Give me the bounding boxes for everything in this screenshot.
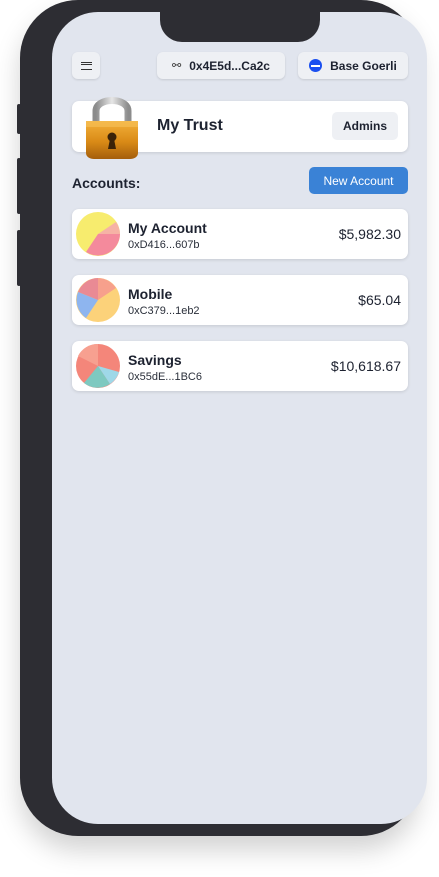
account-avatar-icon (76, 344, 120, 388)
hamburger-menu-icon (80, 61, 92, 70)
account-name: Savings (128, 352, 182, 368)
link-icon: ⚯ (172, 60, 182, 72)
account-balance: $5,982.30 (338, 226, 401, 242)
volume-down-button (17, 230, 21, 286)
account-address: 0xD416...607b (128, 239, 200, 251)
account-address: 0x55dE...1BC6 (128, 371, 202, 383)
network-selector[interactable]: Base Goerli (298, 52, 408, 79)
account-balance: $65.04 (358, 292, 401, 308)
accounts-heading: Accounts: (72, 175, 141, 191)
trust-title: My Trust (157, 117, 223, 134)
account-row[interactable]: My Account 0xD416...607b $5,982.30 (72, 209, 408, 259)
phone-frame: ⚯ 0x4E5d...Ca2c Base Goerli My Trust Adm… (17, 0, 427, 836)
wallet-address-button[interactable]: ⚯ 0x4E5d...Ca2c (157, 52, 285, 79)
admins-button[interactable]: Admins (332, 112, 398, 140)
account-avatar-icon (76, 212, 120, 256)
padlock-icon (86, 97, 138, 159)
account-row[interactable]: Mobile 0xC379...1eb2 $65.04 (72, 275, 408, 325)
notch (160, 12, 320, 42)
base-network-icon (309, 59, 323, 72)
volume-up-button (17, 158, 21, 214)
account-avatar-icon (76, 278, 120, 322)
account-address: 0xC379...1eb2 (128, 305, 200, 317)
screen: ⚯ 0x4E5d...Ca2c Base Goerli My Trust Adm… (52, 12, 427, 824)
menu-button[interactable] (72, 52, 100, 79)
network-name: Base Goerli (330, 58, 397, 73)
wallet-address: 0x4E5d...Ca2c (189, 58, 270, 73)
account-row[interactable]: Savings 0x55dE...1BC6 $10,618.67 (72, 341, 408, 391)
mute-switch (17, 104, 21, 134)
account-name: Mobile (128, 286, 173, 302)
account-name: My Account (128, 220, 207, 236)
new-account-button[interactable]: New Account (309, 167, 408, 194)
account-balance: $10,618.67 (330, 358, 401, 374)
trust-card[interactable]: My Trust Admins (72, 97, 408, 159)
